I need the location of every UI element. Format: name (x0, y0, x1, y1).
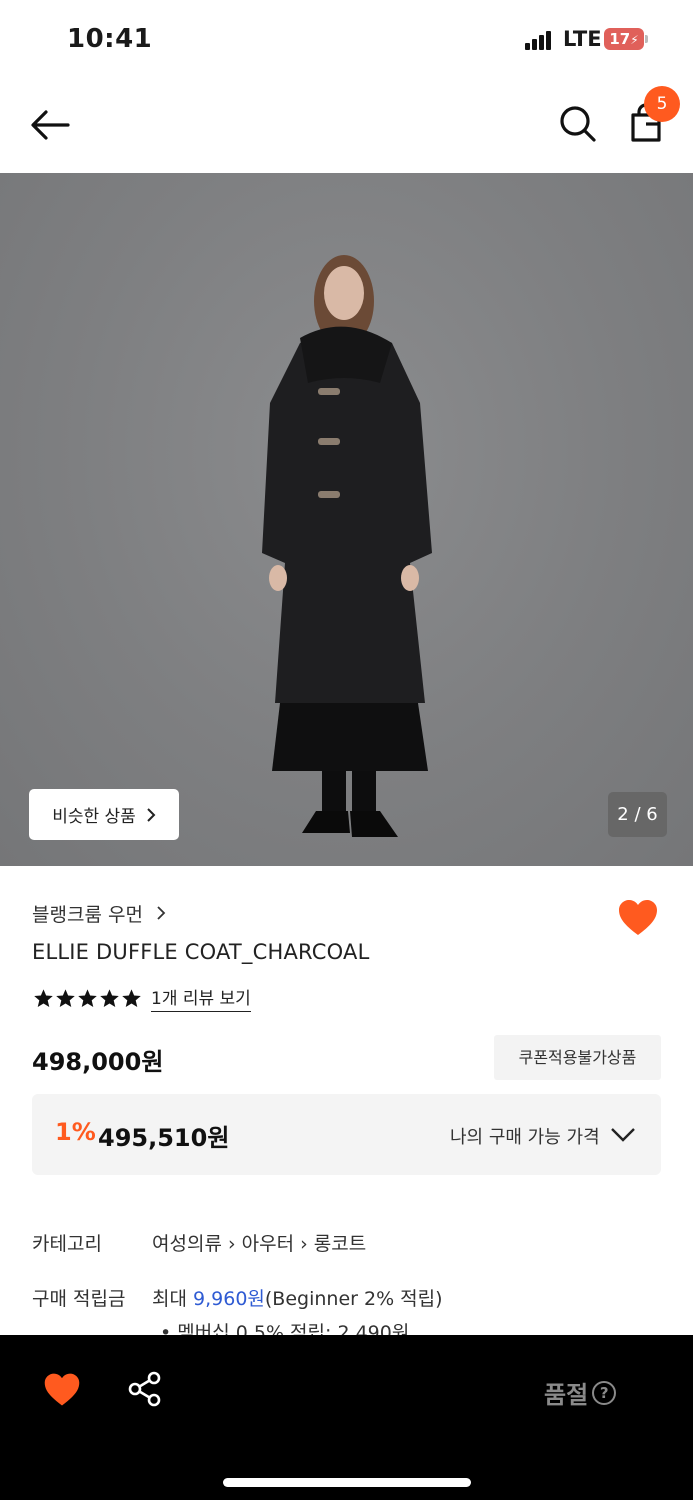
similar-products-label: 비슷한 상품 (52, 807, 136, 827)
wishlist-button[interactable] (616, 896, 660, 940)
chevron-down-icon (611, 1128, 635, 1142)
back-button[interactable] (28, 102, 74, 148)
brand-name: 블랭크룸 우먼 (32, 904, 143, 926)
category-level-2[interactable]: 아우터 (242, 1233, 294, 1255)
heart-icon (619, 900, 657, 935)
points-prefix: 최대 (152, 1288, 187, 1310)
star-icon (78, 988, 97, 1007)
help-icon[interactable]: ? (592, 1380, 617, 1405)
battery-level: 17 (609, 30, 631, 48)
network-label: LTE (563, 27, 602, 51)
chevron-right-icon (157, 906, 166, 920)
heart-icon (44, 1373, 80, 1406)
chevron-right-icon: › (300, 1233, 314, 1255)
star-icon (100, 988, 119, 1007)
status-time: 10:41 (67, 24, 153, 54)
category-level-1[interactable]: 여성의류 (152, 1233, 222, 1255)
chevron-right-icon: › (227, 1233, 242, 1255)
rating-row: 1개 리뷰 보기 (33, 984, 251, 1012)
bottom-action-bar: 품절 ? (0, 1335, 693, 1500)
points-value: 9,960원 (193, 1288, 265, 1310)
discount-rate: 1% (55, 1118, 96, 1146)
share-icon (128, 1371, 161, 1407)
image-counter: 2 / 6 (608, 792, 667, 837)
search-icon (560, 106, 596, 142)
battery-icon: 17⚡ (604, 28, 644, 50)
coupon-badge: 쿠폰적용불가상품 (494, 1035, 661, 1080)
discount-price: 495,510원 (98, 1124, 230, 1152)
soldout-label: 품절 (544, 1381, 589, 1409)
rating-stars (33, 988, 142, 1009)
signal-icon (525, 30, 553, 50)
points-suffix: (Beginner 2% 적립) (264, 1288, 443, 1310)
category-breadcrumb: 여성의류 › 아우터 › 롱코트 (152, 1229, 366, 1256)
my-price-box[interactable]: 1% 495,510원 나의 구매 가능 가격 (32, 1094, 661, 1175)
product-name: ELLIE DUFFLE COAT_CHARCOAL (32, 940, 370, 964)
star-icon (122, 988, 141, 1007)
category-label: 카테고리 (32, 1233, 102, 1255)
star-icon (34, 988, 53, 1007)
status-bar: 10:41 LTE 17⚡ (0, 0, 693, 78)
chevron-right-icon (147, 807, 156, 822)
bottom-wishlist-button[interactable] (42, 1370, 82, 1410)
points-value-row: 최대 9,960원(Beginner 2% 적립) (152, 1284, 443, 1311)
battery-cap (645, 35, 648, 43)
brand-link[interactable]: 블랭크룸 우먼 (32, 900, 167, 927)
product-image[interactable]: 비슷한 상품 2 / 6 (0, 173, 693, 866)
search-button[interactable] (556, 102, 600, 146)
points-label: 구매 적립금 (32, 1288, 126, 1310)
review-link[interactable]: 1개 리뷰 보기 (151, 984, 251, 1012)
my-price-label: 나의 구매 가능 가격 (450, 1127, 600, 1148)
share-button[interactable] (126, 1370, 164, 1408)
app-header (0, 78, 693, 173)
soldout-button[interactable]: 품절 ? (544, 1375, 617, 1410)
category-level-3[interactable]: 롱코트 (314, 1233, 366, 1255)
cart-count-badge: 5 (644, 86, 680, 122)
original-price: 498,000원 (32, 1048, 164, 1076)
similar-products-button[interactable]: 비슷한 상품 (29, 789, 179, 840)
star-icon (56, 988, 75, 1007)
model-photo (262, 255, 432, 837)
home-indicator (223, 1478, 471, 1487)
arrow-left-icon (31, 110, 70, 140)
